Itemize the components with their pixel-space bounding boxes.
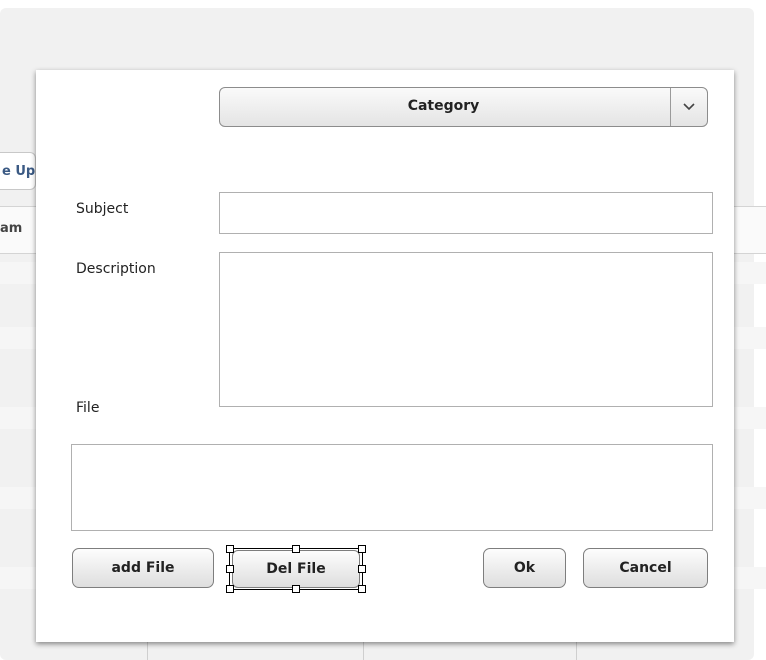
chevron-down-icon[interactable]	[670, 88, 707, 126]
subject-label: Subject	[76, 201, 129, 217]
resize-handle[interactable]	[226, 545, 234, 553]
category-select[interactable]: Category	[219, 87, 708, 127]
description-label: Description	[76, 261, 156, 277]
resize-handle[interactable]	[226, 585, 234, 593]
file-list[interactable]	[71, 444, 713, 531]
resize-handle[interactable]	[358, 565, 366, 573]
resize-handle[interactable]	[292, 545, 300, 553]
subject-input[interactable]	[219, 192, 713, 234]
file-label: File	[76, 400, 100, 416]
description-textarea[interactable]	[219, 252, 713, 407]
background-tab[interactable]: e Up	[0, 152, 36, 190]
background-column-divider	[576, 640, 577, 660]
resize-handle[interactable]	[358, 585, 366, 593]
background-column-divider	[147, 640, 148, 660]
add-file-button[interactable]: add File	[72, 548, 214, 588]
background-column-header: am	[0, 221, 23, 236]
ok-button[interactable]: Ok	[483, 548, 566, 588]
background-column-divider	[363, 640, 364, 660]
resize-handle[interactable]	[358, 545, 366, 553]
category-select-value: Category	[407, 98, 480, 114]
resize-handle[interactable]	[292, 585, 300, 593]
selection-outline	[226, 545, 366, 593]
background-tab-label: e Up	[2, 164, 36, 179]
resize-handle[interactable]	[226, 565, 234, 573]
cancel-button[interactable]: Cancel	[583, 548, 708, 588]
upload-dialog: Category Subject Description File add Fi…	[36, 70, 734, 642]
